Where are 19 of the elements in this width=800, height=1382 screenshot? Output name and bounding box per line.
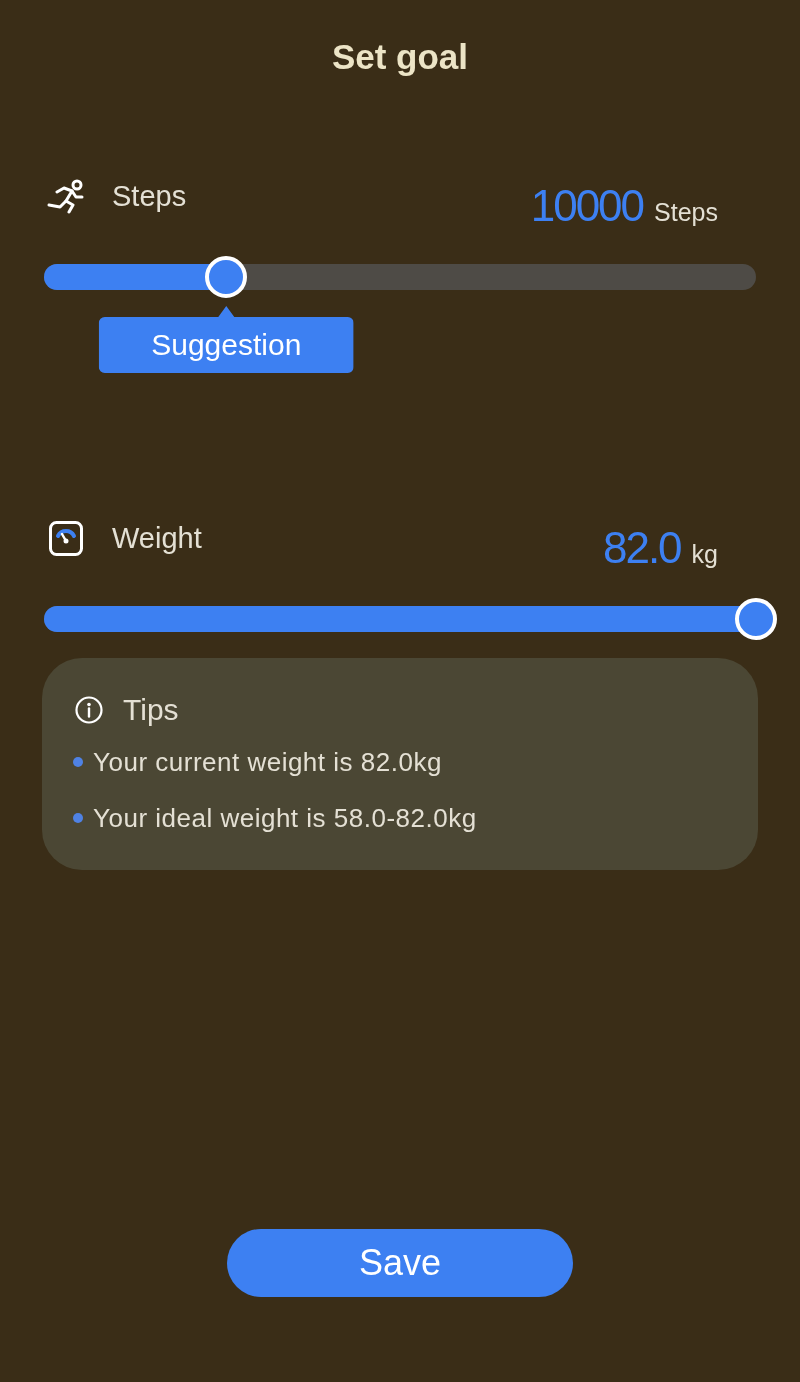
goal-label: Steps	[112, 179, 187, 214]
tip-text: Your ideal weight is 58.0-82.0kg	[93, 802, 477, 835]
scale-icon	[49, 520, 83, 556]
goal-value: 10000	[530, 184, 644, 228]
goal-value: 82.0	[602, 526, 681, 570]
suggestion-tooltip: Suggestion	[98, 306, 354, 373]
bullet-dot-icon	[73, 813, 83, 823]
goal-unit: kg	[691, 539, 718, 569]
tips-title: Tips	[123, 692, 179, 728]
runner-icon	[46, 178, 86, 214]
tip-text: Your current weight is 82.0kg	[93, 746, 442, 779]
slider-thumb[interactable]	[205, 256, 248, 298]
slider-thumb[interactable]	[735, 598, 777, 640]
bullet-dot-icon	[73, 757, 83, 767]
goal-unit: Steps	[654, 197, 718, 227]
goal-label: Weight	[112, 521, 202, 556]
info-icon	[75, 696, 103, 724]
page-title: Set goal	[331, 37, 469, 77]
save-button[interactable]: Save	[227, 1229, 573, 1297]
